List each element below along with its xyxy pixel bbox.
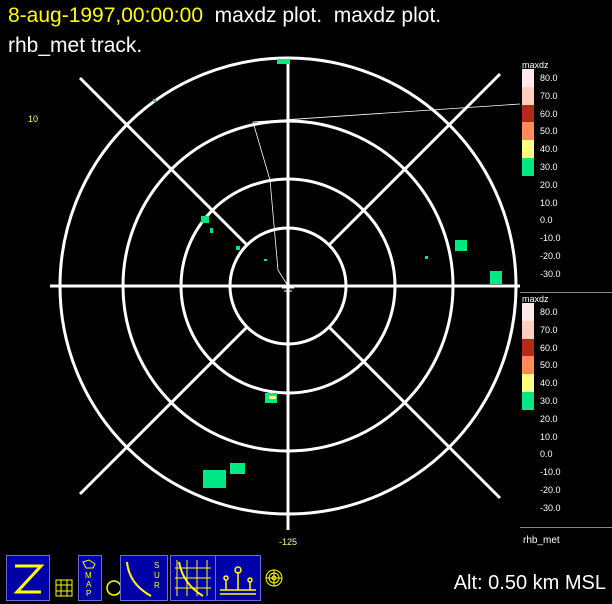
range-rings-icon <box>265 569 283 587</box>
legend-value: 20.0 <box>540 413 558 424</box>
legend-value: 30.0 <box>540 396 558 406</box>
legend-value: -30.0 <box>540 268 561 279</box>
legend-swatch <box>522 303 534 321</box>
echo-cell <box>264 259 267 261</box>
legend-value: -20.0 <box>540 485 561 495</box>
legend-value: 40.0 <box>540 144 558 155</box>
legend-swatch <box>522 374 534 392</box>
legend-value: 70.0 <box>540 324 558 335</box>
echo-cell <box>201 216 209 223</box>
svg-text:U: U <box>154 571 160 580</box>
altitude-readout: Alt: 0.50 km MSL <box>453 572 606 594</box>
legend-swatch <box>522 320 534 339</box>
surface-icon: SUR <box>126 561 160 597</box>
zoom-button[interactable] <box>6 555 50 601</box>
legend-swatch <box>522 158 534 176</box>
echo-cell <box>277 59 290 64</box>
legend-swatch <box>522 122 534 141</box>
svg-text:R: R <box>154 581 160 590</box>
legend-value: 50.0 <box>540 360 558 371</box>
legend-swatch <box>522 392 534 410</box>
grid-overlay-button[interactable] <box>170 555 216 601</box>
legend-value: -10.0 <box>540 467 561 478</box>
radar-display[interactable] <box>0 0 520 552</box>
grid-icon <box>55 579 73 597</box>
legend-swatch <box>522 69 534 87</box>
legend-value: 50.0 <box>540 126 558 137</box>
echo-cell <box>425 256 428 259</box>
legend-value: 0.0 <box>540 449 553 460</box>
grid-button[interactable] <box>53 577 75 599</box>
x-axis-label: -125 <box>279 537 298 547</box>
station-icon <box>220 566 256 595</box>
legend-value: 10.0 <box>540 431 558 442</box>
echo-cell <box>230 463 245 474</box>
echo-cell <box>210 228 213 233</box>
y-axis-label: 10 <box>28 114 39 124</box>
legend-value: 60.0 <box>540 342 558 353</box>
legend-swatch <box>522 338 534 357</box>
legend-divider <box>520 292 612 293</box>
legend-value: 40.0 <box>540 378 558 389</box>
map-icon: MAP <box>82 559 96 598</box>
echo-cell <box>455 240 467 251</box>
zoom-z-icon <box>13 564 45 594</box>
diagonal-se <box>327 325 502 500</box>
legend-swatch <box>522 140 534 158</box>
ship-track <box>252 103 520 287</box>
svg-text:P: P <box>86 589 91 598</box>
legend-value: -30.0 <box>540 502 561 513</box>
legend-value: 80.0 <box>540 73 558 83</box>
legend-value: 0.0 <box>540 215 553 226</box>
legend-value: -10.0 <box>540 233 561 244</box>
track-legend-label: rhb_met <box>523 535 560 546</box>
echo-cell <box>153 99 156 102</box>
legend-value: 10.0 <box>540 197 558 208</box>
legend-value: 60.0 <box>540 108 558 119</box>
legend-value: 70.0 <box>540 90 558 101</box>
diagonal-nw <box>78 76 249 247</box>
legend-value: -20.0 <box>540 251 561 261</box>
diagonal-ne <box>327 72 502 247</box>
legend-swatch <box>522 104 534 123</box>
svg-text:S: S <box>154 561 159 570</box>
svg-text:A: A <box>86 580 92 589</box>
legend-value: 30.0 <box>540 162 558 172</box>
map-button[interactable]: MAP <box>78 555 102 601</box>
legend-swatch <box>522 356 534 375</box>
echo-cell <box>490 271 502 284</box>
diagonal-sw <box>78 325 249 496</box>
echo-cell-high <box>269 396 276 399</box>
legend-value: 20.0 <box>540 179 558 190</box>
svg-text:M: M <box>85 571 92 580</box>
surface-button[interactable]: SUR <box>120 555 168 601</box>
station-button[interactable] <box>215 555 261 601</box>
legend-value: 80.0 <box>540 307 558 317</box>
echo-cell <box>203 470 226 488</box>
legend-divider <box>520 527 612 528</box>
grid-overlay-icon <box>175 560 211 597</box>
legend-swatch <box>522 86 534 105</box>
range-rings-button[interactable] <box>263 567 285 589</box>
echo-cell <box>236 246 240 250</box>
